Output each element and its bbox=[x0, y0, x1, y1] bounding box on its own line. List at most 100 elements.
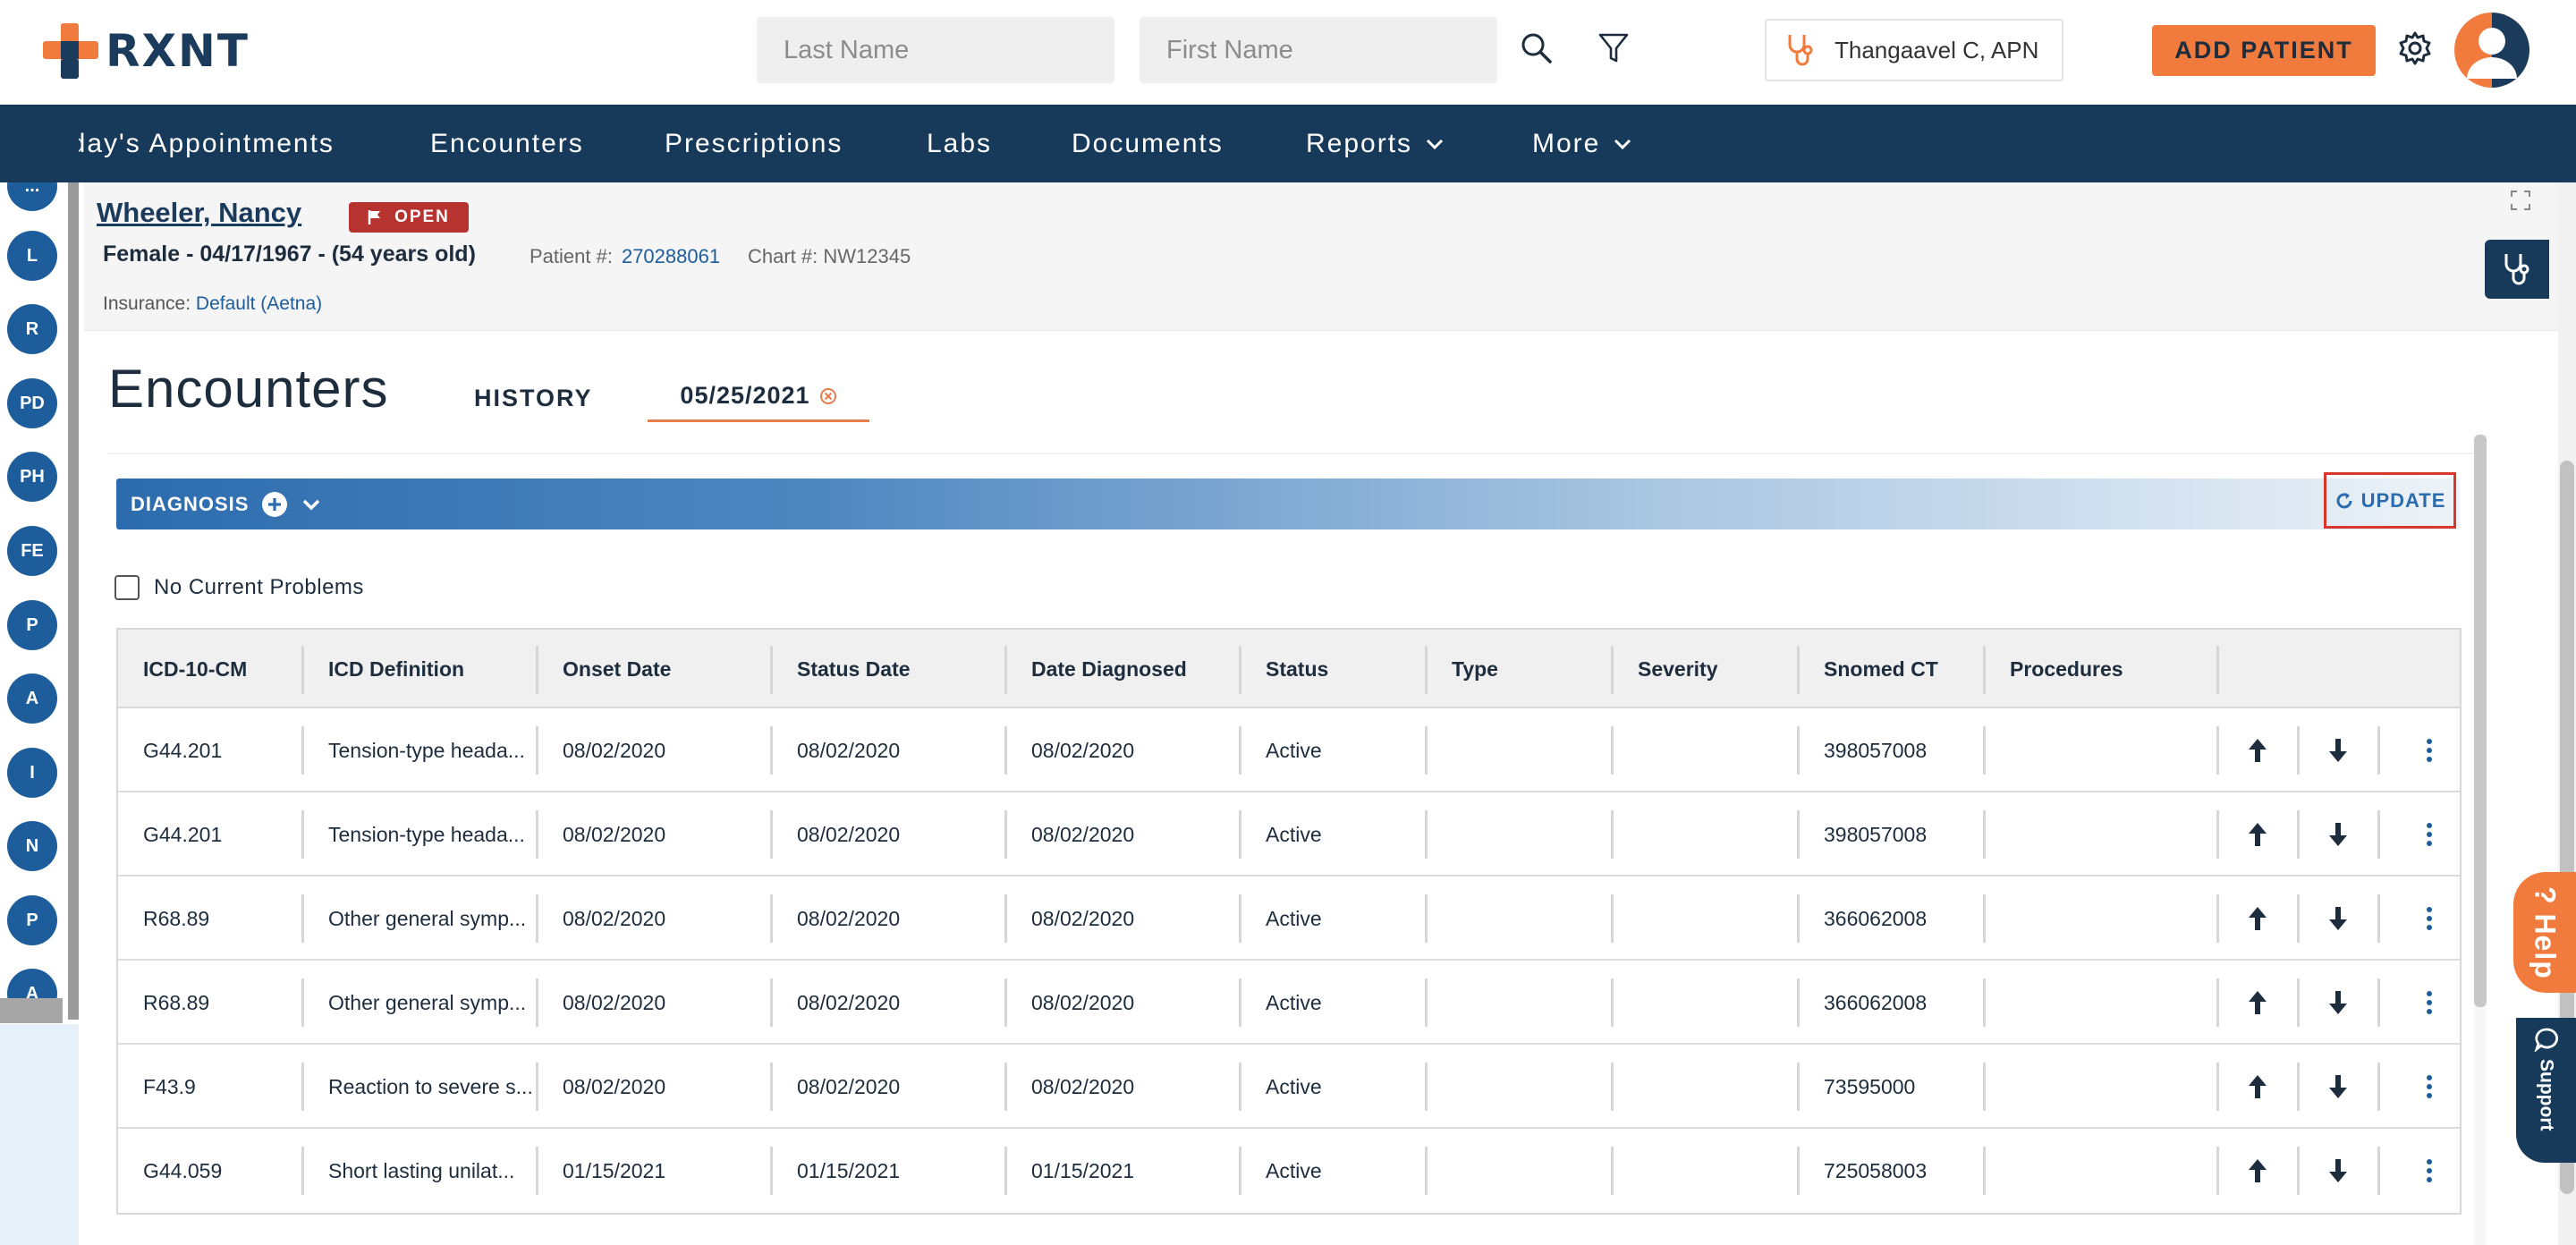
nav-labs[interactable]: Labs bbox=[927, 105, 992, 182]
arrow-down-icon[interactable] bbox=[2317, 981, 2360, 1024]
cell-status: Active bbox=[1266, 1158, 1322, 1182]
table-row[interactable]: R68.89 Other general symp... 08/02/2020 … bbox=[118, 961, 2460, 1045]
table-row[interactable]: F43.9 Reaction to severe s... 08/02/2020… bbox=[118, 1045, 2460, 1129]
rail-scrollbar[interactable] bbox=[68, 182, 79, 1020]
rail-button-a[interactable]: A bbox=[7, 673, 57, 724]
arrow-down-icon[interactable] bbox=[2317, 1149, 2360, 1192]
update-button[interactable]: UPDATE bbox=[2324, 472, 2456, 529]
table-row[interactable]: R68.89 Other general symp... 08/02/2020 … bbox=[118, 877, 2460, 961]
more-vertical-icon[interactable] bbox=[2408, 813, 2451, 856]
nav-documents[interactable]: Documents bbox=[1072, 105, 1224, 182]
cell-snomed: 398057008 bbox=[1824, 738, 1928, 762]
cell-status-date: 08/02/2020 bbox=[797, 990, 901, 1014]
provider-selector[interactable]: Thangaavel C, APN bbox=[1765, 19, 2063, 81]
arrow-up-icon[interactable] bbox=[2236, 729, 2279, 772]
column-header-definition[interactable]: ICD Definition bbox=[328, 630, 464, 708]
more-vertical-icon[interactable] bbox=[2408, 897, 2451, 940]
rail-button-p2[interactable]: P bbox=[7, 895, 57, 945]
no-current-problems[interactable]: No Current Problems bbox=[114, 575, 364, 600]
cell-snomed: 366062008 bbox=[1824, 906, 1928, 930]
more-vertical-icon[interactable] bbox=[2408, 1149, 2451, 1192]
nav-rail-corner bbox=[0, 105, 79, 182]
table-row[interactable]: G44.201 Tension-type heada... 08/02/2020… bbox=[118, 708, 2460, 792]
divider bbox=[107, 453, 2487, 454]
rail-button-pd[interactable]: PD bbox=[7, 378, 57, 428]
provider-name: Thangaavel C, APN bbox=[1835, 36, 2039, 64]
arrow-up-icon[interactable] bbox=[2236, 981, 2279, 1024]
nav-reports[interactable]: Reports bbox=[1306, 105, 1445, 182]
first-name-input[interactable] bbox=[1140, 17, 1497, 83]
support-tab[interactable]: Support bbox=[2516, 1018, 2576, 1163]
rail-button-p[interactable]: P bbox=[7, 600, 57, 650]
cell-definition: Tension-type heada... bbox=[328, 822, 525, 846]
arrow-up-icon[interactable] bbox=[2236, 897, 2279, 940]
cell-snomed: 73595000 bbox=[1824, 1074, 1916, 1098]
rail-button-i[interactable]: I bbox=[7, 748, 57, 798]
column-header-status[interactable]: Status bbox=[1266, 630, 1328, 708]
column-header-type[interactable]: Type bbox=[1452, 630, 1498, 708]
more-vertical-icon[interactable] bbox=[2408, 981, 2451, 1024]
cell-onset: 08/02/2020 bbox=[563, 990, 666, 1014]
column-header-snomed[interactable]: Snomed CT bbox=[1824, 630, 1938, 708]
add-circle-icon[interactable] bbox=[261, 491, 288, 518]
table-row[interactable]: G44.059 Short lasting unilat... 01/15/20… bbox=[118, 1129, 2460, 1213]
gear-icon[interactable] bbox=[2390, 23, 2440, 73]
rail-scroll-corner bbox=[0, 998, 63, 1023]
tab-history[interactable]: HISTORY bbox=[474, 385, 593, 412]
arrow-up-icon[interactable] bbox=[2236, 813, 2279, 856]
cell-date-diagnosed: 08/02/2020 bbox=[1031, 822, 1135, 846]
more-vertical-icon[interactable] bbox=[2408, 1065, 2451, 1108]
help-tab[interactable]: ? Help bbox=[2513, 872, 2576, 993]
cell-date-diagnosed: 01/15/2021 bbox=[1031, 1158, 1135, 1182]
add-patient-button[interactable]: ADD PATIENT bbox=[2152, 25, 2376, 76]
nav-encounters[interactable]: Encounters bbox=[430, 105, 584, 182]
arrow-up-icon[interactable] bbox=[2236, 1149, 2279, 1192]
arrow-down-icon[interactable] bbox=[2317, 897, 2360, 940]
arrow-down-icon[interactable] bbox=[2317, 813, 2360, 856]
arrow-down-icon[interactable] bbox=[2317, 1065, 2360, 1108]
patient-name-link[interactable]: Wheeler, Nancy bbox=[97, 197, 301, 229]
nav-prescriptions[interactable]: Prescriptions bbox=[665, 105, 843, 182]
table-row[interactable]: G44.201 Tension-type heada... 08/02/2020… bbox=[118, 792, 2460, 877]
insurance-link[interactable]: Default (Aetna) bbox=[196, 293, 322, 314]
column-header-procedures[interactable]: Procedures bbox=[2010, 630, 2123, 708]
rail-button-n[interactable]: N bbox=[7, 821, 57, 871]
rail-button-fe[interactable]: FE bbox=[7, 526, 57, 576]
arrow-up-icon[interactable] bbox=[2236, 1065, 2279, 1108]
cell-definition: Reaction to severe s... bbox=[328, 1074, 533, 1098]
search-icon[interactable] bbox=[1512, 23, 1562, 73]
rxnt-cross-icon bbox=[43, 23, 98, 79]
column-header-severity[interactable]: Severity bbox=[1638, 630, 1718, 708]
rail-button-ph[interactable]: PH bbox=[7, 452, 57, 502]
rail-button-r[interactable]: R bbox=[7, 304, 57, 354]
cell-status-date: 08/02/2020 bbox=[797, 738, 901, 762]
nav-more[interactable]: More bbox=[1532, 105, 1632, 182]
more-vertical-icon[interactable] bbox=[2408, 729, 2451, 772]
rail-button-l[interactable]: L bbox=[7, 231, 57, 281]
cell-icd: G44.201 bbox=[143, 738, 223, 762]
nav-todays-appointments[interactable]: Today's Appointments bbox=[38, 105, 335, 182]
column-header-status-date[interactable]: Status Date bbox=[797, 630, 911, 708]
column-header-icd[interactable]: ICD-10-CM bbox=[143, 630, 247, 708]
last-name-input[interactable] bbox=[757, 17, 1114, 83]
tab-encounter-date[interactable]: 05/25/2021 bbox=[648, 372, 869, 422]
cell-icd: G44.059 bbox=[143, 1158, 223, 1182]
chevron-down-icon[interactable] bbox=[301, 497, 322, 512]
column-header-date-diagnosed[interactable]: Date Diagnosed bbox=[1031, 630, 1187, 708]
content-scrollbar-thumb[interactable] bbox=[2474, 435, 2487, 1007]
rxnt-logo[interactable]: RXNT bbox=[41, 20, 250, 82]
stethoscope-icon bbox=[1784, 32, 1824, 68]
cell-status: Active bbox=[1266, 1074, 1322, 1098]
user-avatar[interactable] bbox=[2454, 13, 2529, 88]
flag-icon bbox=[368, 210, 381, 224]
column-header-onset[interactable]: Onset Date bbox=[563, 630, 671, 708]
filter-icon[interactable] bbox=[1589, 23, 1639, 73]
expand-icon[interactable] bbox=[2510, 190, 2531, 216]
arrow-down-icon[interactable] bbox=[2317, 729, 2360, 772]
stethoscope-icon bbox=[2504, 254, 2529, 285]
clinical-panel-button[interactable] bbox=[2485, 240, 2549, 299]
help-label: ? Help bbox=[2529, 885, 2562, 979]
close-circle-icon[interactable] bbox=[819, 387, 837, 405]
cell-status: Active bbox=[1266, 906, 1322, 930]
no-current-problems-checkbox[interactable] bbox=[114, 575, 140, 600]
